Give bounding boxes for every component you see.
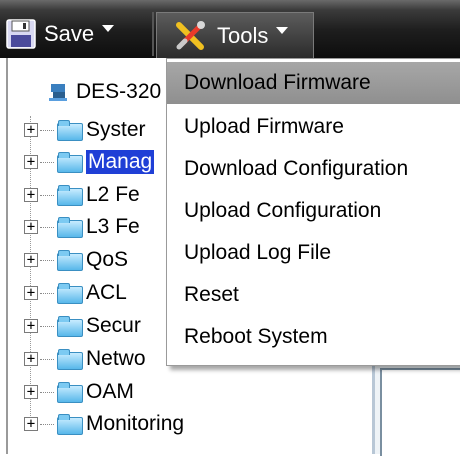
top-toolbar: Save Tools — [0, 0, 460, 59]
expand-icon[interactable]: + — [24, 417, 38, 431]
folder-icon — [56, 152, 83, 173]
tree-root[interactable]: DES-320 — [48, 80, 161, 104]
tree-item-label: Syster — [86, 118, 146, 141]
switch-device-icon — [49, 84, 67, 101]
tree-connector — [40, 161, 54, 163]
expand-icon[interactable]: + — [24, 286, 38, 300]
tree-item-l3-features[interactable]: + L3 Fe — [24, 215, 140, 239]
tree-connector — [40, 325, 54, 327]
menu-item-upload-firmware[interactable]: Upload Firmware — [167, 107, 460, 147]
tree-item-security[interactable]: + Secur — [24, 314, 141, 338]
folder-icon — [56, 283, 83, 304]
tree-connector — [40, 226, 54, 228]
expand-icon[interactable]: + — [24, 123, 38, 137]
expand-icon[interactable]: + — [24, 319, 38, 333]
menu-item-label: Download Configuration — [184, 157, 409, 180]
tree-connector — [40, 129, 54, 131]
menu-item-download-firmware[interactable]: Download Firmware — [167, 62, 460, 104]
tree-item-label: QoS — [86, 248, 129, 271]
folder-icon — [56, 316, 83, 337]
tree-item-network-application[interactable]: + Netwo — [24, 347, 146, 371]
folder-icon — [56, 217, 83, 238]
folder-icon — [56, 120, 83, 141]
tree-item-acl[interactable]: + ACL — [24, 281, 127, 305]
tree-connector — [40, 423, 54, 425]
tree-item-label: Manag — [86, 150, 155, 174]
folder-icon — [56, 250, 83, 271]
save-label: Save — [44, 21, 95, 46]
tree-root-label: DES-320 — [76, 80, 162, 103]
menu-item-label: Reboot System — [184, 325, 328, 348]
menu-item-label: Upload Configuration — [184, 199, 382, 222]
tree-item-qos[interactable]: + QoS — [24, 248, 128, 272]
menu-item-label: Upload Log File — [184, 241, 332, 264]
tree-item-label: Secur — [86, 314, 141, 337]
folder-icon — [56, 349, 83, 370]
content-frame — [380, 368, 460, 456]
tools-label: Tools — [217, 23, 269, 48]
menu-item-download-configuration[interactable]: Download Configuration — [167, 149, 460, 189]
tree-item-label: OAM — [86, 380, 134, 403]
tree-item-oam[interactable]: + OAM — [24, 380, 134, 404]
tree-item-label: L2 Fe — [86, 183, 140, 206]
tree-connector — [40, 292, 54, 294]
menu-item-label: Reset — [184, 283, 239, 306]
expand-icon[interactable]: + — [24, 253, 38, 267]
chevron-down-icon — [102, 24, 115, 32]
tools-dropdown-menu: Download Firmware Upload Firmware Downlo… — [166, 58, 460, 366]
expand-icon[interactable]: + — [24, 352, 38, 366]
expand-icon[interactable]: + — [24, 188, 38, 202]
tree-item-label: Netwo — [86, 347, 146, 370]
menu-item-reset[interactable]: Reset — [167, 275, 460, 315]
tree-item-label: Monitoring — [86, 412, 185, 435]
tree-connector — [40, 358, 54, 360]
folder-icon — [56, 414, 83, 435]
chevron-down-icon — [276, 26, 289, 34]
tools-icon — [176, 21, 205, 50]
folder-icon — [56, 185, 83, 206]
tree-item-monitoring[interactable]: + Monitoring — [24, 412, 184, 436]
tree-connector — [40, 194, 54, 196]
tree-item-label: L3 Fe — [86, 215, 140, 238]
folder-icon — [56, 382, 83, 403]
tree-item-system[interactable]: + Syster — [24, 118, 146, 142]
expand-icon[interactable]: + — [24, 220, 38, 234]
floppy-disk-icon — [6, 19, 36, 49]
tree-item-management[interactable]: + Manag — [24, 150, 155, 174]
tools-button[interactable]: Tools — [156, 12, 314, 59]
tree-connector — [40, 259, 54, 261]
menu-item-label: Upload Firmware — [184, 115, 344, 138]
menu-item-label: Download Firmware — [184, 71, 371, 94]
toolbar-divider — [152, 12, 154, 56]
expand-icon[interactable]: + — [24, 385, 38, 399]
save-button[interactable]: Save — [6, 14, 115, 54]
menu-item-upload-configuration[interactable]: Upload Configuration — [167, 191, 460, 231]
menu-item-upload-log-file[interactable]: Upload Log File — [167, 233, 460, 273]
menu-item-reboot-system[interactable]: Reboot System — [167, 317, 460, 357]
expand-icon[interactable]: + — [24, 155, 38, 169]
tree-item-label: ACL — [86, 281, 127, 304]
tree-item-l2-features[interactable]: + L2 Fe — [24, 183, 140, 207]
tree-connector — [40, 391, 54, 393]
